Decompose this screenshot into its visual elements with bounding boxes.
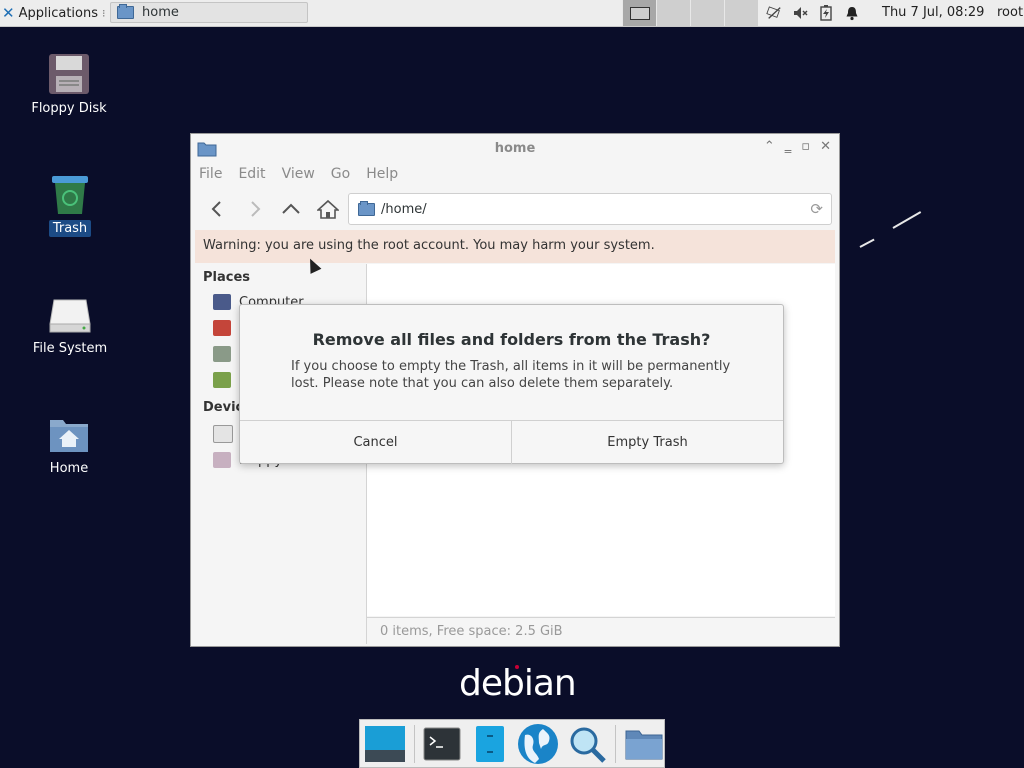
empty-trash-button[interactable]: Empty Trash: [511, 421, 783, 464]
home-button[interactable]: [315, 196, 341, 222]
maximize-icon[interactable]: ▫: [801, 139, 810, 154]
volume-muted-icon[interactable]: [792, 5, 808, 21]
top-panel: ✕ Applications ⁝ home Thu 7 Jul, 08:29 r…: [0, 0, 1024, 27]
dock-show-desktop[interactable]: [364, 723, 406, 765]
dialog-button-row: Cancel Empty Trash: [240, 420, 783, 464]
taskbar-item-label: home: [142, 5, 179, 20]
xfce-logo-icon: ✕: [2, 4, 15, 22]
desktop-icon-label: File System: [32, 341, 108, 356]
drive-icon: [213, 346, 231, 362]
cancel-button[interactable]: Cancel: [240, 421, 511, 464]
dock-app-finder[interactable]: [567, 723, 607, 765]
trash-icon: [213, 372, 231, 388]
desktop-icon-trash[interactable]: Trash: [15, 172, 125, 237]
dock: [359, 719, 665, 768]
root-warning-banner: Warning: you are using the root account.…: [195, 230, 835, 263]
show-desktop-icon: [365, 725, 405, 762]
floppy-disk-icon: [213, 452, 231, 468]
computer-icon: [213, 294, 231, 310]
sidebar-item-home[interactable]: [213, 318, 231, 338]
status-bar: 0 items, Free space: 2.5 GiB: [367, 617, 835, 644]
debian-swirl-dot: [515, 665, 519, 669]
taskbar-item-home[interactable]: home: [110, 2, 308, 23]
sidebar-item-filesystem[interactable]: [213, 344, 231, 364]
parent-folder-button[interactable]: [278, 196, 304, 222]
minimize-icon[interactable]: ‗: [785, 139, 792, 154]
window-title: home: [494, 141, 536, 156]
trash-icon: [48, 172, 92, 216]
sidebar-header-places: Places: [203, 270, 251, 285]
dock-file-manager[interactable]: [470, 723, 509, 765]
workspace-2[interactable]: [656, 0, 690, 26]
folder-icon: [117, 4, 134, 19]
workspace-4[interactable]: [724, 0, 758, 26]
folder-icon: [625, 730, 663, 759]
toolbar: /home/ ⟳: [191, 190, 839, 228]
back-button[interactable]: [204, 196, 230, 222]
menu-file[interactable]: File: [199, 166, 222, 182]
home-folder-icon: [47, 412, 91, 456]
location-bar[interactable]: /home/ ⟳: [348, 193, 832, 225]
folder-icon: [358, 200, 375, 216]
hard-drive-icon: [48, 292, 92, 336]
terminal-icon: [423, 727, 461, 760]
chevron-left-icon: [211, 201, 221, 217]
dock-separator: [615, 724, 616, 763]
applications-label: Applications: [18, 5, 98, 21]
magnifier-icon: [570, 727, 606, 763]
notification-bell-icon[interactable]: [844, 5, 860, 21]
chevron-up-icon: [282, 203, 300, 214]
dock-terminal[interactable]: [423, 723, 462, 765]
desktop-icon-filesystem[interactable]: File System: [15, 292, 125, 357]
floppy-disk-icon: [47, 52, 91, 96]
desktop-icon-floppy[interactable]: Floppy Disk: [14, 52, 124, 117]
dialog-title: Remove all files and folders from the Tr…: [312, 330, 711, 349]
dock-separator: [414, 724, 415, 763]
reload-icon[interactable]: ⟳: [810, 200, 823, 218]
menu-view[interactable]: View: [282, 166, 315, 182]
workspace-1[interactable]: [622, 0, 656, 26]
dock-folder[interactable]: [624, 723, 664, 765]
system-tray: [766, 0, 860, 26]
location-path: /home/: [381, 201, 427, 217]
menu-edit[interactable]: Edit: [238, 166, 265, 182]
sidebar-item-drive[interactable]: [213, 424, 233, 444]
menu-help[interactable]: Help: [366, 166, 398, 182]
chevron-right-icon: [251, 201, 261, 217]
window-controls: ⌃ ‗ ▫ ✕: [764, 139, 831, 154]
home-icon: [317, 199, 339, 219]
menu-go[interactable]: Go: [331, 166, 350, 182]
debian-logo: debian: [459, 663, 577, 704]
battery-charging-icon[interactable]: [818, 5, 834, 21]
window-titlebar[interactable]: home ⌃ ‗ ▫ ✕: [191, 134, 839, 162]
user-menu[interactable]: root: [997, 0, 1023, 26]
shade-icon[interactable]: ⌃: [764, 139, 775, 154]
empty-trash-dialog: Remove all files and folders from the Tr…: [239, 304, 784, 464]
globe-icon: [518, 723, 559, 764]
desktop-artifact: [892, 211, 922, 229]
desktop-icon-label: Floppy Disk: [31, 101, 107, 116]
workspace-switcher: [622, 0, 758, 26]
forward-button[interactable]: [242, 196, 268, 222]
applications-menu[interactable]: ✕ Applications ⁝: [2, 2, 106, 24]
dialog-message: If you choose to empty the Trash, all it…: [291, 359, 731, 391]
clock[interactable]: Thu 7 Jul, 08:29: [882, 0, 984, 26]
menubar: File Edit View Go Help: [199, 166, 398, 182]
file-cabinet-icon: [475, 725, 504, 762]
sidebar-item-trash[interactable]: [213, 370, 231, 390]
window-thumbnail-icon: [629, 6, 650, 20]
home-red-icon: [213, 320, 231, 336]
workspace-3[interactable]: [690, 0, 724, 26]
desktop-icon-label: Trash: [48, 220, 92, 237]
dock-web-browser[interactable]: [517, 723, 559, 765]
menu-grip-icon: ⁝: [102, 6, 106, 20]
desktop-icon-label: Home: [49, 461, 89, 476]
close-icon[interactable]: ✕: [820, 139, 831, 154]
hard-drive-icon: [213, 425, 233, 443]
network-icon[interactable]: [766, 5, 782, 21]
desktop-icon-home[interactable]: Home: [14, 412, 124, 477]
desktop-artifact: [859, 238, 875, 248]
